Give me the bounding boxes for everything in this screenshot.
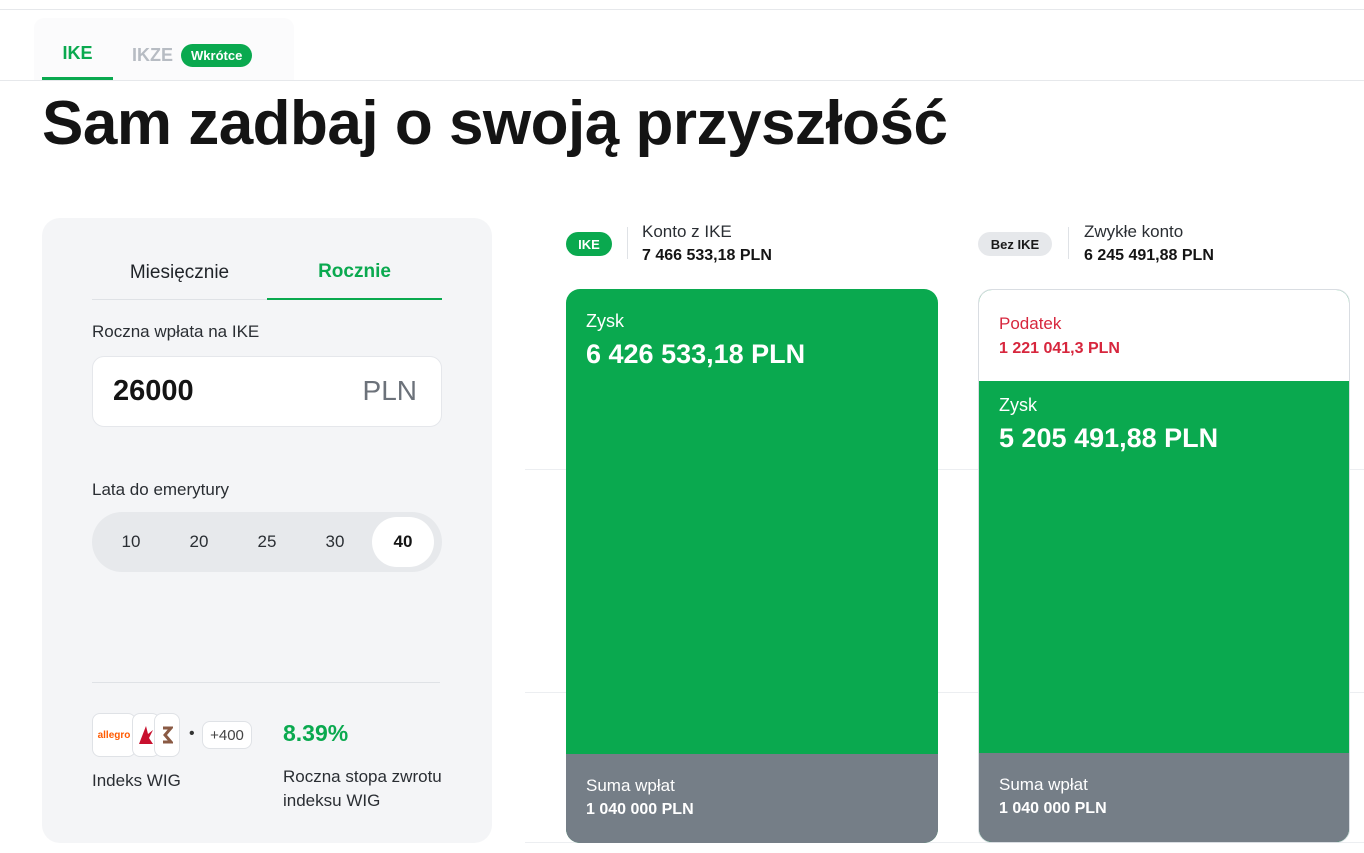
regular-account-title: Zwykłe konto [1084, 222, 1184, 241]
ike-gain-value: 6 426 533,18 PLN [586, 339, 806, 369]
tab-ikze-label: IKZE [132, 44, 174, 65]
tabs-divider [0, 80, 1364, 81]
tax-value: 1 221 041,3 PLN [999, 340, 1120, 357]
years-selector: 10 20 25 30 40 [92, 512, 442, 572]
ike-deposits-label: Suma wpłat [586, 776, 675, 795]
year-option-25[interactable]: 25 [236, 517, 298, 567]
more-companies-count: +400 [202, 721, 252, 749]
index-rate: 8.39% [283, 720, 349, 746]
contribution-label: Roczna wpłata na IKE [92, 322, 260, 341]
regular-deposits-value: 1 040 000 PLN [999, 800, 1107, 817]
separator-dot: • [189, 725, 195, 742]
panel-divider [92, 682, 440, 683]
year-option-10[interactable]: 10 [100, 517, 162, 567]
tab-ikze[interactable]: IKZE Wkrótce [132, 30, 253, 80]
ike-deposits-value: 1 040 000 PLN [586, 801, 694, 818]
regular-gain-value: 5 205 491,88 PLN [999, 423, 1219, 453]
company-logo-icon [154, 713, 180, 757]
ike-deposits-segment: Suma wpłat 1 040 000 PLN [566, 754, 938, 843]
header-separator [1068, 227, 1069, 259]
ike-pill: IKE [566, 232, 612, 256]
page-title: Sam zadbaj o swoją przyszłość [42, 89, 948, 158]
without-ike-pill: Bez IKE [978, 232, 1052, 256]
allegro-logo: allegro [92, 713, 136, 757]
tab-ike[interactable]: IKE [42, 30, 113, 80]
contribution-input[interactable]: 26000 PLN [92, 356, 442, 427]
header-separator [627, 227, 628, 259]
contribution-currency: PLN [362, 375, 417, 406]
index-name: Indeks WIG [92, 771, 181, 790]
contribution-value: 26000 [113, 375, 194, 407]
tax-segment: Podatek 1 221 041,3 PLN [979, 290, 1349, 381]
index-rate-label: Roczna stopa zwrotu indeksu WIG [283, 767, 442, 810]
year-option-20[interactable]: 20 [168, 517, 230, 567]
regular-deposits-segment: Suma wpłat 1 040 000 PLN [979, 753, 1349, 842]
regular-deposits-label: Suma wpłat [999, 775, 1088, 794]
ike-result-column: Zysk 6 426 533,18 PLN Suma wpłat 1 040 0… [566, 289, 938, 843]
year-option-30[interactable]: 30 [304, 517, 366, 567]
tab-yearly[interactable]: Rocznie [267, 246, 442, 300]
ike-gain-label: Zysk [586, 311, 624, 331]
tab-monthly[interactable]: Miesięcznie [92, 246, 267, 300]
regular-account-total: 6 245 491,88 PLN [1084, 247, 1214, 264]
ike-account-total: 7 466 533,18 PLN [642, 247, 772, 264]
tax-label: Podatek [999, 314, 1062, 333]
regular-result-column: Podatek 1 221 041,3 PLN Zysk 5 205 491,8… [978, 289, 1350, 843]
year-option-40[interactable]: 40 [372, 517, 434, 567]
ike-account-title: Konto z IKE [642, 222, 732, 241]
top-divider [0, 9, 1364, 10]
regular-gain-label: Zysk [999, 395, 1037, 415]
years-label: Lata do emerytury [92, 480, 230, 499]
coming-soon-badge: Wkrótce [181, 43, 253, 67]
